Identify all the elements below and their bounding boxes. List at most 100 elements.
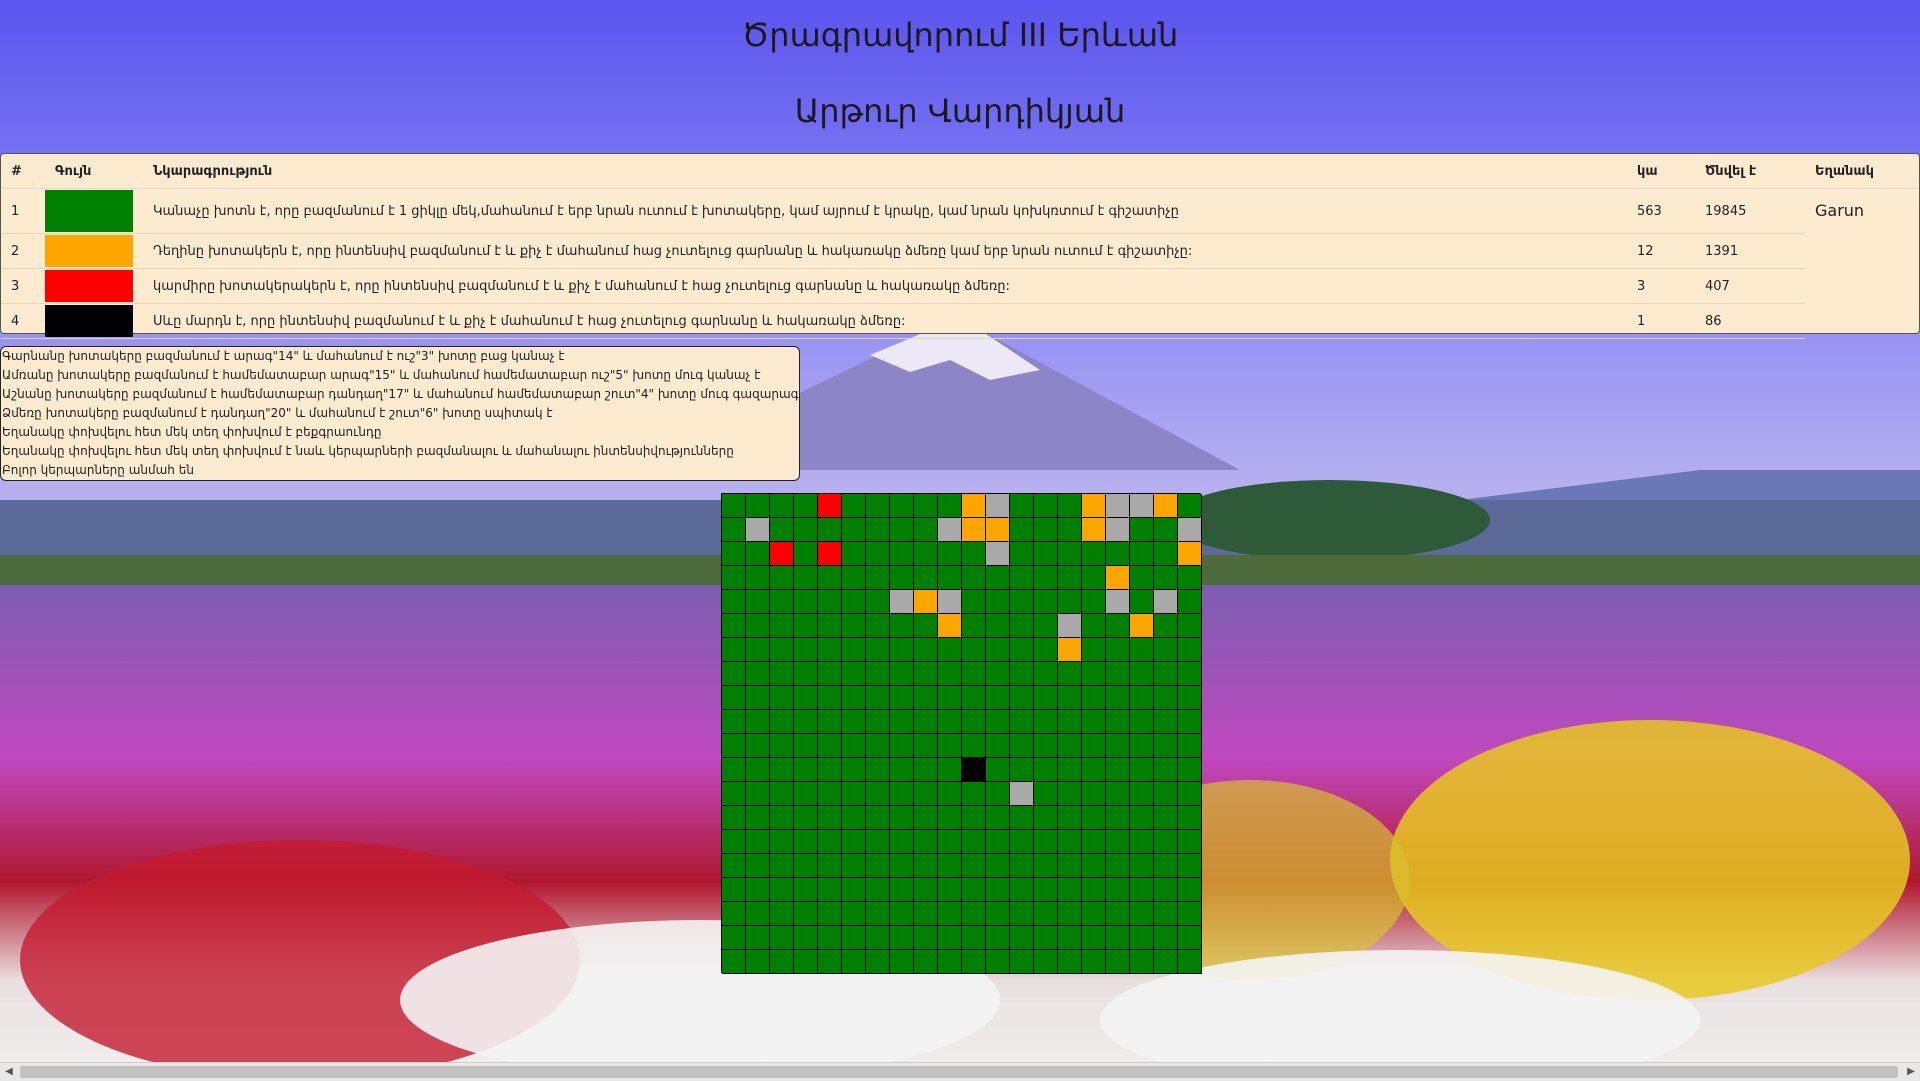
grass-cell (1178, 782, 1202, 806)
grass-cell (1034, 806, 1058, 830)
grass-cell (1034, 566, 1058, 590)
grass-cell (1154, 758, 1178, 782)
grass-cell (818, 830, 842, 854)
grass-cell (1178, 734, 1202, 758)
grass-cell (746, 566, 770, 590)
scroll-left-arrow-icon[interactable]: ◀ (0, 1063, 18, 1081)
grass-cell (1106, 902, 1130, 926)
grass-cell (1034, 782, 1058, 806)
grass-cell (746, 734, 770, 758)
grass-cell (914, 614, 938, 638)
table-row: 4 Սևը մարդն է, որը ինտենսիվ բազմանում է … (1, 303, 1919, 339)
grass-cell (1154, 878, 1178, 902)
scroll-right-arrow-icon[interactable]: ▶ (1902, 1063, 1920, 1081)
grass-cell (1010, 878, 1034, 902)
grass-cell (722, 614, 746, 638)
grass-cell (818, 566, 842, 590)
grass-cell (890, 566, 914, 590)
row-description: Դեղինը խոտակերն է, որը ինտենսիվ բազմանու… (143, 233, 1627, 269)
grass-cell (1058, 902, 1082, 926)
grass-cell (986, 614, 1010, 638)
herbivore-cell (938, 614, 962, 638)
grass-cell (962, 926, 986, 950)
row-description: կարմիրը խոտակերակերն է, որը ինտենսիվ բազ… (143, 268, 1627, 304)
predator-cell (818, 494, 842, 518)
grass-cell (1178, 926, 1202, 950)
grass-cell (722, 566, 746, 590)
grass-cell (890, 638, 914, 662)
empty-cell (746, 518, 770, 542)
grass-cell (962, 614, 986, 638)
col-header-count: կա (1627, 154, 1695, 189)
grass-cell (722, 878, 746, 902)
grass-cell (938, 566, 962, 590)
grass-cell (1034, 758, 1058, 782)
grass-cell (1106, 662, 1130, 686)
human-color-swatch (45, 305, 133, 337)
grass-cell (914, 710, 938, 734)
grass-cell (1178, 614, 1202, 638)
grass-cell (1058, 590, 1082, 614)
grass-cell (986, 758, 1010, 782)
grass-cell (770, 806, 794, 830)
grass-cell (770, 566, 794, 590)
grass-cell (938, 878, 962, 902)
scrollbar-thumb[interactable] (20, 1066, 1898, 1078)
grass-cell (1178, 806, 1202, 830)
grass-cell (866, 758, 890, 782)
author-name: Արթուր Վարդիկյան (794, 92, 1126, 130)
horizontal-scrollbar[interactable]: ◀ ▶ (0, 1062, 1920, 1081)
grass-cell (746, 950, 770, 974)
grass-cell (1034, 902, 1058, 926)
grass-cell (1010, 902, 1034, 926)
grass-cell (842, 590, 866, 614)
game-grid[interactable] (721, 493, 1202, 974)
grass-cell (794, 878, 818, 902)
empty-cell (986, 494, 1010, 518)
row-number: 2 (1, 233, 45, 269)
grass-cell (938, 854, 962, 878)
grass-cell (938, 662, 962, 686)
grass-cell (1130, 782, 1154, 806)
herbivore-cell (1058, 638, 1082, 662)
grass-cell (746, 878, 770, 902)
grass-cell (1154, 614, 1178, 638)
grass-cell (938, 902, 962, 926)
grass-cell (1082, 662, 1106, 686)
row-count: 12 (1627, 233, 1695, 269)
grass-cell (914, 758, 938, 782)
grass-cell (1130, 518, 1154, 542)
grass-cell (962, 590, 986, 614)
grass-cell (1034, 662, 1058, 686)
grass-cell (890, 686, 914, 710)
row-description: Սևը մարդն է, որը ինտենսիվ բազմանում է և … (143, 303, 1627, 339)
empty-cell (938, 518, 962, 542)
grass-cell (1154, 686, 1178, 710)
grass-cell (914, 830, 938, 854)
grass-cell (914, 926, 938, 950)
grass-cell (1154, 806, 1178, 830)
grass-cell (1058, 542, 1082, 566)
grass-cell (842, 950, 866, 974)
grass-cell (914, 662, 938, 686)
grass-cell (722, 902, 746, 926)
empty-cell (1106, 590, 1130, 614)
grass-cell (1082, 926, 1106, 950)
grass-cell (986, 830, 1010, 854)
grass-cell (1154, 926, 1178, 950)
grass-cell (1130, 686, 1154, 710)
grass-cell (890, 902, 914, 926)
grass-cell (914, 878, 938, 902)
grass-cell (1058, 734, 1082, 758)
grass-cell (890, 734, 914, 758)
row-description: Կանաչը խոտն է, որը բազմանում է 1 ցիկլը մ… (143, 188, 1627, 234)
grass-cell (722, 590, 746, 614)
grass-cell (938, 494, 962, 518)
grass-cell (938, 638, 962, 662)
grass-cell (1034, 518, 1058, 542)
grass-cell (1058, 950, 1082, 974)
grass-cell (1130, 566, 1154, 590)
grass-cell (1058, 566, 1082, 590)
grass-cell (938, 686, 962, 710)
grass-cell (962, 806, 986, 830)
